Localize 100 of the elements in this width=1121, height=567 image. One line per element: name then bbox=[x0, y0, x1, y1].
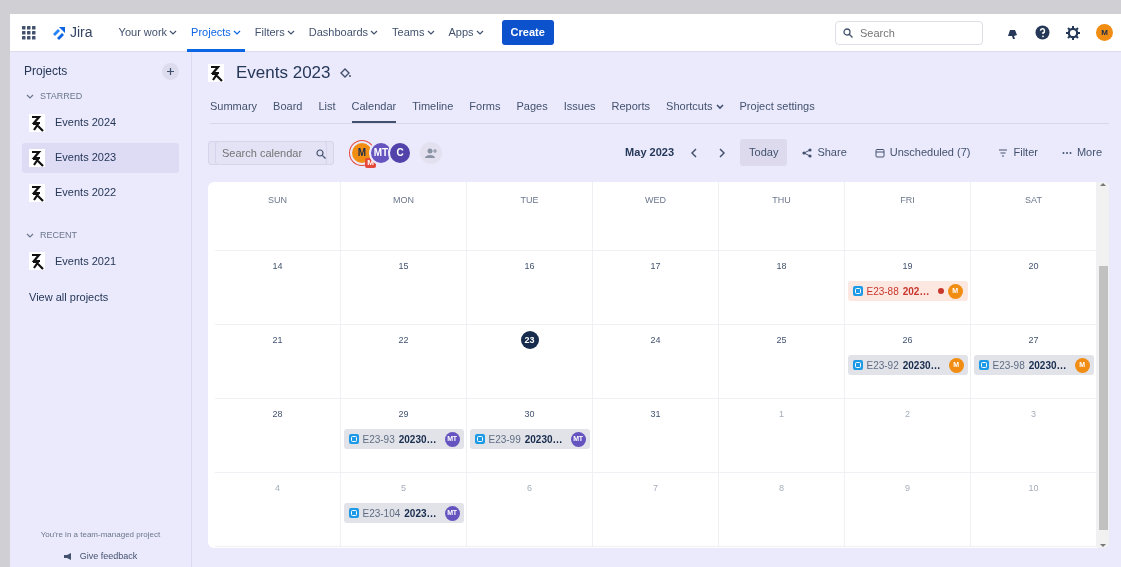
share-button[interactable]: Share bbox=[795, 140, 854, 165]
project-tab[interactable]: Project settings bbox=[739, 98, 815, 123]
add-project-button[interactable] bbox=[162, 62, 179, 80]
sidebar-project-item[interactable]: Events 2023 bbox=[22, 142, 179, 173]
nav-menu-item[interactable]: Teams bbox=[388, 13, 439, 52]
project-logo-icon bbox=[29, 113, 45, 132]
day-number: 28 bbox=[272, 407, 283, 421]
feedback-link[interactable]: Give feedback bbox=[22, 549, 179, 563]
search-icon bbox=[316, 148, 326, 159]
search-field[interactable]: Search bbox=[835, 20, 983, 45]
project-tab[interactable]: Timeline bbox=[412, 98, 454, 123]
day-number: 14 bbox=[272, 259, 283, 273]
day-number: 16 bbox=[524, 259, 535, 273]
day-number: 31 bbox=[650, 407, 661, 421]
day-number: 5 bbox=[401, 481, 406, 495]
project-tab[interactable]: Board bbox=[273, 98, 303, 123]
day-number: 21 bbox=[272, 333, 283, 347]
weekday-header: FRI bbox=[845, 181, 971, 213]
add-people-button[interactable] bbox=[420, 141, 442, 164]
nav-menu-item[interactable]: Apps bbox=[444, 13, 488, 52]
day-number: 19 bbox=[902, 259, 913, 273]
settings-icon[interactable] bbox=[1066, 25, 1080, 40]
project-logo-icon bbox=[29, 148, 45, 167]
calendar-search-field[interactable]: Search calendar bbox=[215, 140, 327, 165]
day-number: 2 bbox=[905, 407, 910, 421]
day-number: 9 bbox=[905, 481, 910, 495]
issue-type-icon bbox=[852, 286, 863, 297]
day-number: 7 bbox=[653, 481, 658, 495]
project-title: Events 2023 bbox=[236, 62, 331, 85]
section-header[interactable]: RECENT bbox=[22, 222, 179, 246]
overdue-icon bbox=[937, 288, 944, 295]
sidebar-project-item[interactable]: Events 2024 bbox=[22, 107, 179, 138]
day-number: 24 bbox=[650, 333, 661, 347]
add-person-icon bbox=[425, 147, 437, 158]
day-number: 8 bbox=[779, 481, 784, 495]
more-button[interactable]: More bbox=[1054, 140, 1109, 165]
today-button[interactable]: Today bbox=[740, 139, 788, 166]
day-number: 18 bbox=[776, 259, 787, 273]
day-number: 20 bbox=[1028, 259, 1039, 273]
day-number: 4 bbox=[275, 481, 280, 495]
sidebar-project-item[interactable]: Events 2022 bbox=[22, 177, 179, 208]
caret-icon bbox=[426, 29, 435, 36]
app-switcher-icon[interactable] bbox=[22, 25, 36, 40]
month-label: May 2023 bbox=[625, 145, 675, 161]
issue-type-icon bbox=[348, 508, 359, 519]
project-logo-icon bbox=[29, 183, 45, 202]
project-tab[interactable]: Reports bbox=[611, 98, 651, 123]
day-number: 29 bbox=[398, 407, 409, 421]
scroll-down-icon bbox=[1100, 543, 1106, 548]
project-tab[interactable]: List bbox=[318, 98, 336, 123]
nav-menu-item[interactable]: Your work bbox=[114, 13, 182, 52]
project-tab[interactable]: Forms bbox=[469, 98, 501, 123]
issue-type-icon bbox=[978, 360, 989, 371]
unscheduled-button[interactable]: Unscheduled (7) bbox=[867, 140, 978, 165]
view-all-link[interactable]: View all projects bbox=[22, 283, 179, 312]
issue-type-icon bbox=[852, 360, 863, 371]
project-tab[interactable]: Calendar bbox=[351, 98, 397, 123]
day-number: 6 bbox=[527, 481, 532, 495]
help-icon[interactable] bbox=[1035, 25, 1050, 40]
sidebar-title: Projects bbox=[23, 63, 68, 80]
product-name: Jira bbox=[70, 23, 93, 42]
filter-button[interactable]: Filter bbox=[991, 140, 1045, 165]
project-tab[interactable]: Shortcuts bbox=[666, 98, 724, 123]
project-tab[interactable]: Issues bbox=[563, 98, 596, 123]
avatar[interactable]: M bbox=[1096, 24, 1113, 41]
day-number: 22 bbox=[398, 333, 409, 347]
issue-type-icon bbox=[474, 434, 485, 445]
chevron-right-icon bbox=[719, 147, 726, 158]
caret-icon bbox=[169, 29, 178, 36]
scrollbar[interactable] bbox=[1097, 181, 1109, 548]
caret-icon bbox=[232, 29, 241, 36]
sidebar-project-item[interactable]: Events 2021 bbox=[22, 246, 179, 276]
paint-bucket-icon[interactable] bbox=[338, 67, 351, 79]
megaphone-icon bbox=[63, 552, 72, 560]
day-number: 3 bbox=[1031, 407, 1036, 421]
project-tab[interactable]: Pages bbox=[516, 98, 548, 123]
chevron-left-icon bbox=[691, 147, 698, 158]
calendar-icon bbox=[874, 147, 885, 158]
create-button[interactable]: Create bbox=[501, 20, 554, 45]
caret-icon bbox=[286, 29, 295, 36]
plus-icon bbox=[167, 67, 174, 75]
day-number: 23 bbox=[520, 331, 539, 350]
weekday-header: SUN bbox=[215, 181, 341, 213]
day-number: 27 bbox=[1028, 333, 1039, 347]
day-number: 15 bbox=[398, 259, 409, 273]
project-logo-icon bbox=[29, 252, 45, 270]
nav-menu-item[interactable]: Filters bbox=[250, 13, 299, 52]
day-number: 30 bbox=[524, 407, 535, 421]
day-number: 25 bbox=[776, 333, 787, 347]
day-number: 1 bbox=[779, 407, 784, 421]
nav-menu-item[interactable]: Projects bbox=[187, 13, 245, 52]
avatar[interactable]: C bbox=[388, 140, 412, 165]
caret-icon bbox=[475, 29, 484, 36]
day-number: 10 bbox=[1028, 481, 1039, 495]
project-tab[interactable]: Summary bbox=[210, 98, 258, 123]
chevron-down-icon bbox=[26, 231, 34, 239]
day-number: 26 bbox=[902, 333, 913, 347]
caret-icon bbox=[370, 29, 379, 36]
section-header[interactable]: STARRED bbox=[22, 84, 179, 108]
nav-menu-item[interactable]: Dashboards bbox=[304, 13, 383, 52]
